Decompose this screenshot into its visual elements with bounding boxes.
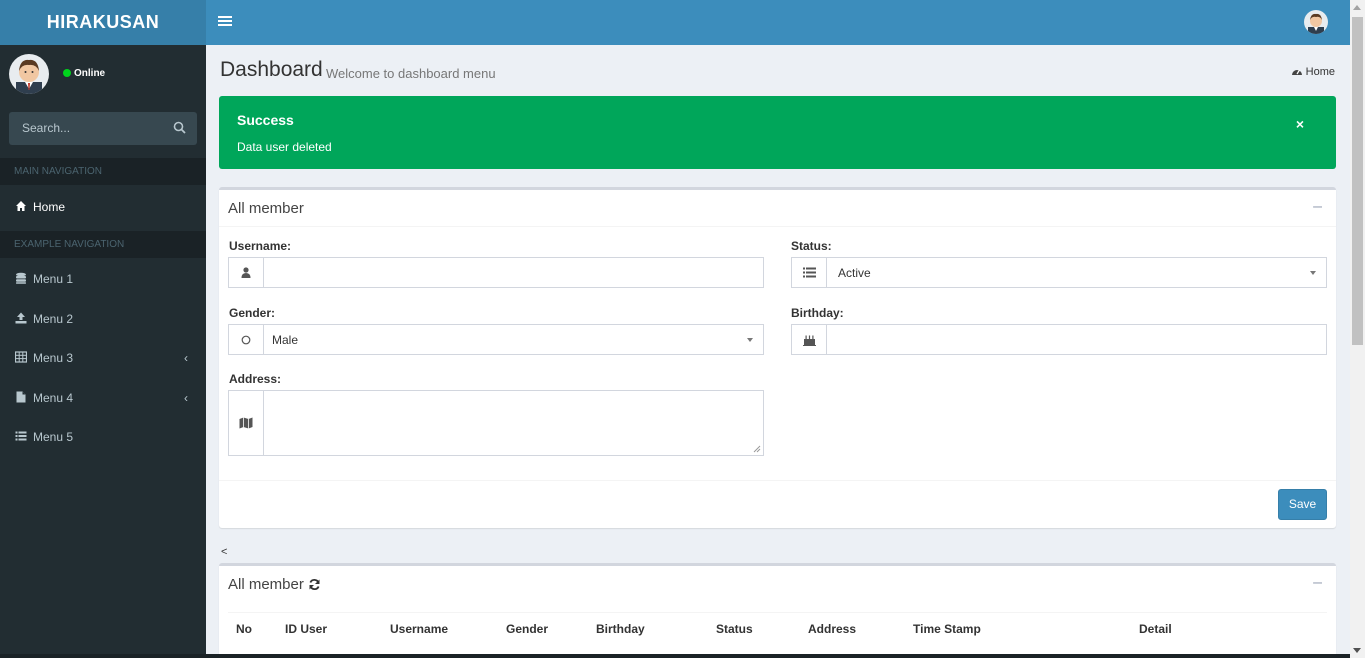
circle-icon — [229, 325, 264, 354]
address-textarea[interactable] — [228, 390, 764, 456]
save-button[interactable]: Save — [1278, 489, 1327, 520]
column-header-time-stamp[interactable]: Time Stamp — [913, 622, 981, 636]
resize-handle-icon[interactable] — [753, 445, 761, 453]
close-icon[interactable]: × — [1296, 116, 1304, 132]
success-alert: Success Data user deleted × — [219, 96, 1336, 169]
column-header-birthday[interactable]: Birthday — [596, 622, 645, 636]
alert-message: Data user deleted — [237, 140, 332, 154]
gender-label: Gender: — [229, 306, 276, 320]
collapse-box-icon[interactable]: – — [1313, 198, 1322, 216]
table-icon — [14, 340, 28, 363]
scrollbar-thumb[interactable] — [1352, 17, 1363, 345]
box-footer-divider — [219, 480, 1336, 481]
status-select[interactable]: Active — [791, 257, 1327, 288]
pager-prev-link[interactable]: < — [221, 546, 227, 558]
column-header-detail[interactable]: Detail — [1139, 622, 1172, 636]
online-dot-icon — [63, 69, 71, 77]
box-title: All member — [228, 576, 321, 593]
bottom-edge — [0, 654, 1350, 658]
address-label: Address: — [229, 372, 282, 386]
column-header-id-user[interactable]: ID User — [285, 622, 327, 636]
member-form-box: All member – Username: Status: Active Ge… — [219, 187, 1336, 528]
sidebar-item-menu-3[interactable]: Menu 3 ‹ — [0, 339, 206, 377]
sidebar-item-menu-1[interactable]: Menu 1 — [0, 260, 206, 298]
username-label: Username: — [229, 239, 292, 253]
chevron-down-icon — [747, 338, 753, 342]
sidebar-toggle-icon[interactable] — [218, 14, 232, 30]
breadcrumb[interactable]: Home — [1291, 66, 1335, 78]
sidebar: Online Search... MAIN NAVIGATION Home EX… — [0, 45, 206, 658]
table-top-divider — [228, 612, 1327, 613]
sidebar-item-menu-2[interactable]: Menu 2 — [0, 300, 206, 338]
online-status: Online — [63, 68, 105, 79]
collapse-box-icon[interactable]: – — [1313, 574, 1322, 592]
user-icon — [229, 258, 264, 287]
chevron-left-icon: ‹ — [184, 351, 188, 365]
search-placeholder: Search... — [22, 121, 71, 135]
user-panel: Online — [0, 45, 206, 105]
map-icon — [229, 391, 264, 455]
gender-select[interactable]: Male — [228, 324, 764, 355]
column-header-status[interactable]: Status — [716, 622, 753, 636]
main-navigation-header: MAIN NAVIGATION — [0, 158, 206, 185]
search-icon[interactable] — [173, 121, 186, 137]
refresh-icon[interactable] — [308, 578, 321, 591]
list-icon — [15, 419, 27, 441]
home-icon — [15, 189, 27, 211]
file-icon — [15, 380, 27, 403]
upload-icon — [15, 301, 27, 324]
box-header-divider — [219, 226, 1336, 227]
alert-title: Success — [237, 112, 294, 128]
sidebar-item-home[interactable]: Home — [0, 188, 206, 226]
chevron-left-icon: ‹ — [184, 391, 188, 405]
member-table-box: All member – No ID User Username Gender … — [219, 563, 1336, 658]
status-label: Status: — [791, 239, 832, 253]
top-navbar: HIRAKUSAN — [0, 0, 1350, 45]
page-title: Dashboard — [220, 58, 323, 81]
example-navigation-header: EXAMPLE NAVIGATION — [0, 231, 206, 258]
sidebar-item-menu-4[interactable]: Menu 4 ‹ — [0, 379, 206, 417]
birthday-label: Birthday: — [791, 306, 844, 320]
column-header-gender[interactable]: Gender — [506, 622, 548, 636]
chevron-down-icon — [1310, 271, 1316, 275]
birthday-cake-icon — [792, 325, 827, 354]
scroll-up-icon[interactable] — [1353, 5, 1361, 10]
column-header-no[interactable]: No — [236, 622, 252, 636]
username-field[interactable] — [228, 257, 764, 288]
database-icon — [15, 261, 27, 284]
box-title: All member — [228, 200, 304, 217]
scroll-down-icon[interactable] — [1353, 648, 1361, 653]
list-icon — [792, 258, 827, 287]
avatar — [9, 54, 49, 94]
column-header-username[interactable]: Username — [390, 622, 448, 636]
page-subtitle: Welcome to dashboard menu — [326, 66, 496, 81]
birthday-field[interactable] — [791, 324, 1327, 355]
dashboard-icon — [1291, 69, 1302, 75]
sidebar-search-input[interactable]: Search... — [9, 112, 197, 145]
column-header-address[interactable]: Address — [808, 622, 856, 636]
user-menu-avatar[interactable] — [1304, 10, 1328, 34]
sidebar-item-menu-5[interactable]: Menu 5 — [0, 418, 206, 456]
app-logo[interactable]: HIRAKUSAN — [0, 0, 206, 45]
page-scrollbar[interactable] — [1350, 0, 1365, 658]
